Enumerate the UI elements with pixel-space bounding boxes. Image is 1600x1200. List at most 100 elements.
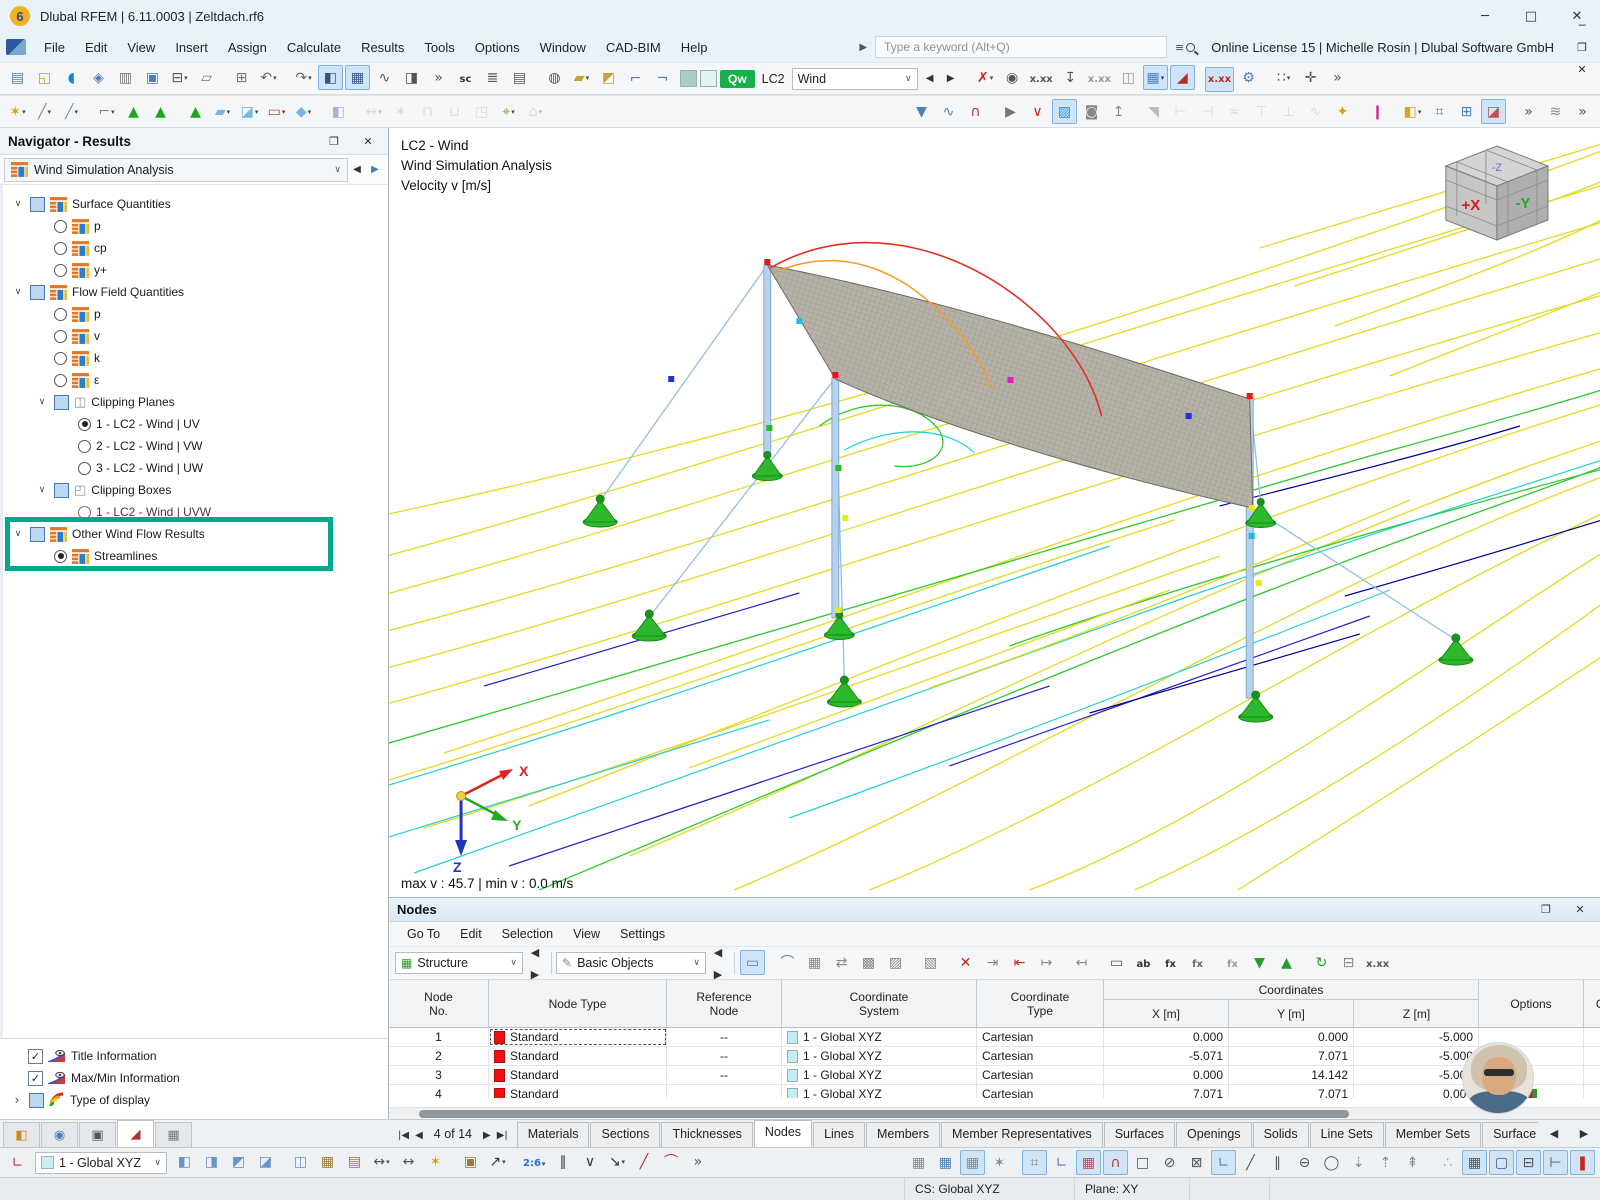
tree-radio[interactable]	[78, 418, 91, 431]
ortho-mode-icon[interactable]: ∟	[1049, 1150, 1074, 1175]
solid-rotate-icon[interactable]: ◩	[226, 1150, 251, 1175]
navigation-cube[interactable]: +X -Y -Z	[1446, 146, 1548, 240]
menu-file[interactable]: File	[34, 36, 75, 59]
snap-up-icon[interactable]: ⇡	[1373, 1150, 1398, 1175]
cell[interactable]: Standard	[489, 1085, 667, 1098]
tree-radio[interactable]	[54, 308, 67, 321]
tab-nodes[interactable]: Nodes	[754, 1120, 812, 1147]
spark-snap-icon[interactable]: ✶	[987, 1150, 1012, 1175]
result-diagram-icon[interactable]: ◢	[1170, 65, 1195, 90]
snap-line-icon[interactable]: ╱	[1238, 1150, 1263, 1175]
filter-view-icon[interactable]: ▼	[909, 99, 934, 124]
pan-zoom-icon[interactable]: ✛	[1298, 65, 1323, 90]
open-model-icon[interactable]: ◱	[32, 65, 57, 90]
tree-item-flow-field-quantities[interactable]: ∨ Flow Field Quantities	[3, 281, 388, 303]
load-values-xxx-icon[interactable]: x.xx	[1085, 67, 1114, 92]
snap-down-icon[interactable]: ⇣	[1346, 1150, 1371, 1175]
tree-item-other-wind-flow-results[interactable]: ∨ Other Wind Flow Results	[3, 523, 388, 545]
tree-radio[interactable]	[54, 264, 67, 277]
magnet-snap-icon[interactable]: ∩	[1103, 1150, 1128, 1175]
row-to-end-icon[interactable]: ⇥	[980, 950, 1005, 975]
result-color-swatch-2[interactable]	[700, 70, 717, 87]
tree-radio[interactable]	[78, 440, 91, 453]
snap-ellipse-icon[interactable]: ◯	[1319, 1150, 1344, 1175]
new-surface-icon[interactable]: ▰▾	[210, 99, 235, 124]
tree-item-y[interactable]: y+	[3, 259, 388, 281]
tree-radio[interactable]	[54, 374, 67, 387]
more-tools-icon[interactable]: »	[1325, 65, 1350, 90]
results-on-surfaces-icon[interactable]: ▨	[1052, 99, 1077, 124]
cell[interactable]	[1584, 1028, 1600, 1046]
coordinate-system-combo[interactable]: 1 - Global XYZ∨	[35, 1152, 167, 1174]
menu-tools[interactable]: Tools	[414, 36, 464, 59]
menu-window[interactable]: Window	[530, 36, 596, 59]
select-related-icon[interactable]: ▭	[740, 950, 765, 975]
table-row[interactable]: 1Standard--1 - Global XYZCartesian0.0000…	[389, 1028, 1600, 1047]
cell[interactable]: 0.000	[1229, 1028, 1354, 1046]
col-header-z-m[interactable]: Z [m]	[1354, 1000, 1479, 1027]
guideline-snap-icon[interactable]: ⌗	[1022, 1150, 1047, 1175]
tree-radio[interactable]	[54, 352, 67, 365]
cell[interactable]: --	[667, 1066, 782, 1084]
cell[interactable]: 14.142	[1229, 1066, 1354, 1084]
chevron-down-icon[interactable]: ∨	[11, 529, 25, 539]
chevron-down-icon[interactable]: ∨	[35, 485, 49, 495]
loadcase-steps-icon[interactable]: ⌐	[623, 66, 648, 91]
cell[interactable]: -5.000	[1354, 1028, 1479, 1046]
snap-circle-slash-icon[interactable]: ⊘	[1157, 1150, 1182, 1175]
close-child-window-icon[interactable]: ✕	[1570, 58, 1594, 80]
printout-report-icon[interactable]: ▥	[113, 65, 138, 90]
table-group-combo[interactable]: ▦ Structure∨	[395, 952, 523, 974]
row-remove-icon[interactable]: ⇤	[1007, 950, 1032, 975]
rename-ab-icon[interactable]: ab	[1131, 952, 1156, 977]
snap-square-icon[interactable]: □	[1130, 1150, 1155, 1175]
table-category-combo[interactable]: ✎ Basic Objects∨	[556, 952, 706, 974]
trim-tool-icon[interactable]: ⊢	[1543, 1150, 1568, 1175]
tree-item-p[interactable]: p	[3, 303, 388, 325]
footer-item-max-min-information[interactable]: ✓ Max/Min Information	[0, 1067, 388, 1089]
diagonal-snap-icon[interactable]: ↘▾	[604, 1150, 629, 1175]
chevron-down-icon[interactable]: ∨	[35, 397, 49, 407]
display-properties-tab[interactable]: ◧	[3, 1122, 40, 1147]
selection-window-icon[interactable]: ▢	[1489, 1150, 1514, 1175]
keyword-search-input[interactable]	[875, 36, 1167, 58]
add-object-icon[interactable]: ◩	[596, 65, 621, 90]
tree-item-v[interactable]: v	[3, 325, 388, 347]
result-values-xxx-icon[interactable]: x.xx	[1027, 67, 1056, 92]
pin-tool-icon[interactable]: ❚	[1570, 1150, 1595, 1175]
restore-child-window-icon[interactable]: ❐	[1570, 36, 1594, 58]
snap-tangent-icon[interactable]: ⊖	[1292, 1150, 1317, 1175]
fe-mesh-settings-icon[interactable]: ⊞	[1454, 99, 1479, 124]
snap-divisions-icon[interactable]: 2:6▾	[520, 1151, 548, 1176]
mesh-refine-icon[interactable]: ▦	[315, 1150, 340, 1175]
redo-icon[interactable]: ↷▾	[291, 65, 316, 90]
col-header-y-m[interactable]: Y [m]	[1229, 1000, 1354, 1027]
cell[interactable]: 7.071	[1229, 1085, 1354, 1098]
cell[interactable]: 1 - Global XYZ	[782, 1085, 977, 1098]
menu-calculate[interactable]: Calculate	[277, 36, 351, 59]
cell[interactable]: 0.000	[1104, 1066, 1229, 1084]
cell[interactable]: --	[667, 1028, 782, 1046]
viewport-3d[interactable]: LC2 - Wind Wind Simulation Analysis Velo…	[389, 128, 1600, 897]
cell[interactable]: Standard	[489, 1066, 667, 1084]
trajectory-icon[interactable]: ◥	[1141, 99, 1166, 124]
col-header-x-m[interactable]: X [m]	[1104, 1000, 1229, 1027]
solid-edit-icon[interactable]: ◨	[199, 1150, 224, 1175]
new-line-icon[interactable]: ╱▾	[32, 99, 57, 124]
diagram-toggle-icon[interactable]: ∿	[372, 65, 397, 90]
search-icon[interactable]: ≡	[1175, 41, 1195, 54]
menu-view[interactable]: View	[565, 924, 608, 944]
tree-checkbox[interactable]	[30, 527, 45, 542]
table-transfer-icon[interactable]: ⇄	[829, 950, 854, 975]
fe-mesh-icon[interactable]: ⌗	[1427, 99, 1452, 124]
tree-checkbox[interactable]	[54, 483, 69, 498]
tree-item-clipping-boxes[interactable]: ∨◰Clipping Boxes	[3, 479, 388, 501]
clipping-plane-icon[interactable]: ◪	[1481, 99, 1506, 124]
save-icon[interactable]: ▣	[140, 65, 165, 90]
abacus-icon[interactable]: ∷▾	[1271, 65, 1296, 90]
combo-prev-icon[interactable]: ◀	[523, 941, 547, 963]
solid-create-icon[interactable]: ◧	[172, 1150, 197, 1175]
guide-object-icon[interactable]: ⌖▾	[496, 99, 521, 124]
line-support-icon[interactable]: ▲	[148, 99, 173, 124]
menu-go-to[interactable]: Go To	[399, 924, 448, 944]
